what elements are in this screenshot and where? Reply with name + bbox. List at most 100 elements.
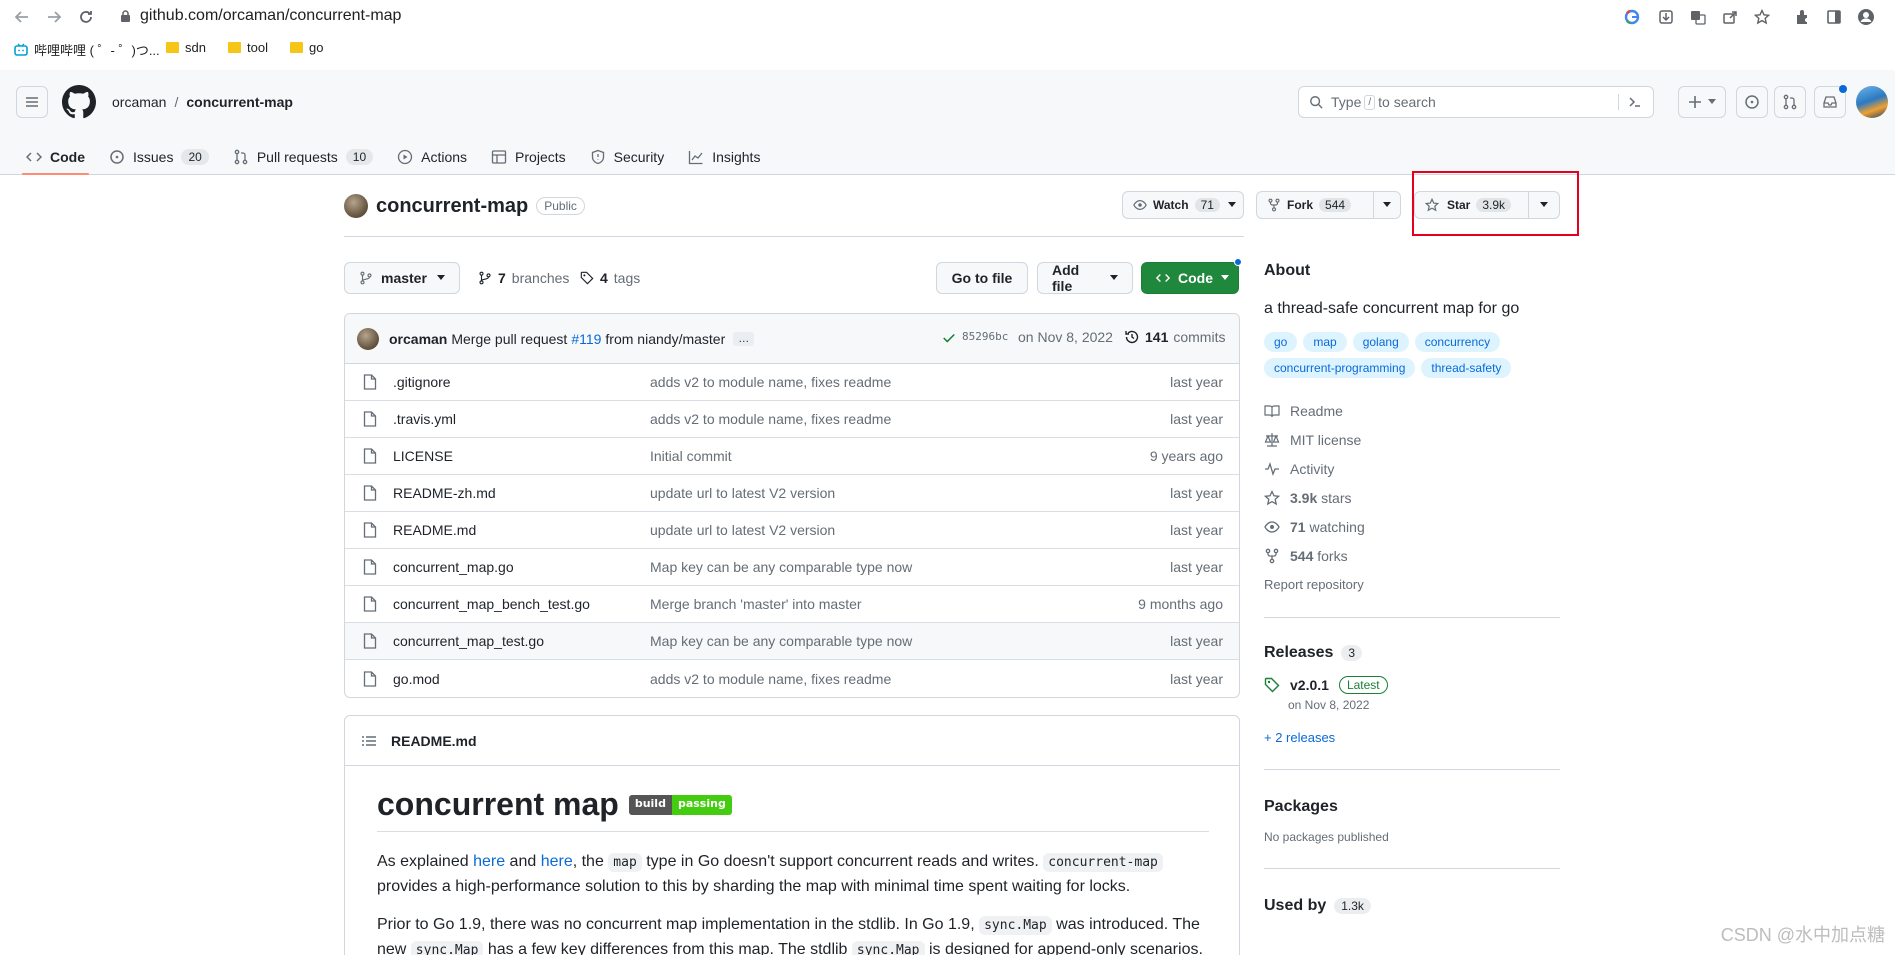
tab-projects[interactable]: Projects [479,138,578,175]
extensions-icon[interactable] [1792,7,1812,27]
tab-insights[interactable]: Insights [676,138,772,175]
fork-button[interactable]: Fork 544 [1256,191,1401,219]
branch-select-button[interactable]: master [344,262,460,294]
file-commit-message[interactable]: Merge branch 'master' into master [650,596,862,612]
topic-tag[interactable]: go [1264,332,1298,352]
bookmark-item[interactable]: 哔哩哔哩 ( ゜- ゜)つ... [14,40,160,59]
branches-link[interactable]: 7 branches [478,270,569,286]
add-file-button[interactable]: Add file [1037,262,1133,294]
table-row[interactable]: .gitignore adds v2 to module name, fixes… [345,364,1239,401]
command-palette-icon[interactable] [1618,94,1643,110]
back-icon[interactable] [11,6,33,28]
file-name-link[interactable]: concurrent_map_bench_test.go [393,596,590,612]
file-commit-message[interactable]: Map key can be any comparable type now [650,633,912,649]
owner-avatar[interactable] [344,194,368,218]
file-commit-message[interactable]: Map key can be any comparable type now [650,559,912,575]
google-icon[interactable] [1622,7,1642,27]
file-name-link[interactable]: README-zh.md [393,485,496,501]
table-row[interactable]: LICENSE Initial commit 9 years ago [345,438,1239,475]
topic-tag[interactable]: thread-safety [1421,358,1512,378]
code-button[interactable]: Code [1141,262,1239,294]
more-releases-link[interactable]: + 2 releases [1264,730,1560,745]
table-row[interactable]: README.md update url to latest V2 versio… [345,512,1239,549]
translate-icon[interactable] [1688,7,1708,27]
chevron-down-icon[interactable] [1383,202,1391,208]
table-row[interactable]: .travis.yml adds v2 to module name, fixe… [345,401,1239,438]
file-name-link[interactable]: concurrent_map_test.go [393,633,544,649]
table-row[interactable]: concurrent_map_test.go Map key can be an… [345,623,1239,660]
profile-icon[interactable] [1856,7,1876,27]
table-row[interactable]: go.mod adds v2 to module name, fixes rea… [345,660,1239,697]
readme-link[interactable]: here [473,853,505,870]
install-app-icon[interactable] [1656,7,1676,27]
file-name-link[interactable]: README.md [393,522,476,538]
file-name-link[interactable]: .gitignore [393,374,451,390]
file-commit-message[interactable]: update url to latest V2 version [650,485,835,501]
table-row[interactable]: README-zh.md update url to latest V2 ver… [345,475,1239,512]
table-row[interactable]: concurrent_map.go Map key can be any com… [345,549,1239,586]
expand-commit-button[interactable]: … [733,331,755,346]
tab-code[interactable]: Code [14,138,97,175]
tab-actions[interactable]: Actions [385,138,479,175]
pr-link[interactable]: #119 [571,331,601,347]
github-logo-icon[interactable] [62,85,96,119]
address-bar[interactable]: github.com/orcaman/concurrent-map [140,7,401,25]
share-icon[interactable] [1720,7,1740,27]
bookmark-item[interactable]: sdn [166,40,206,55]
topic-tag[interactable]: concurrency [1414,332,1501,352]
side-panel-icon[interactable] [1824,7,1844,27]
bookmark-item[interactable]: go [290,40,323,55]
table-row[interactable]: concurrent_map_bench_test.go Merge branc… [345,586,1239,623]
owner-link[interactable]: orcaman [112,94,166,110]
forks-link[interactable]: 544 forks [1264,541,1560,570]
topic-tag[interactable]: concurrent-programming [1264,358,1416,378]
latest-release[interactable]: v2.0.1 Latest [1264,676,1560,694]
file-name-link[interactable]: LICENSE [393,448,453,464]
forward-icon[interactable] [43,6,65,28]
file-name-link[interactable]: go.mod [393,671,440,687]
readme-file-link[interactable]: README.md [391,733,477,749]
build-status-badge[interactable]: build passing [628,794,732,815]
releases-heading[interactable]: Releases 3 [1264,644,1560,662]
lock-icon[interactable] [120,10,131,23]
search-input[interactable]: Type / to search [1298,86,1654,118]
avatar[interactable] [357,327,379,350]
tags-link[interactable]: 4 tags [580,270,640,286]
watching-link[interactable]: 71 watching [1264,512,1560,541]
license-link[interactable]: MIT license [1264,425,1560,454]
create-new-button[interactable] [1678,86,1726,118]
pull-requests-button[interactable] [1774,86,1806,118]
file-commit-message[interactable]: adds v2 to module name, fixes readme [650,671,891,687]
file-commit-message[interactable]: update url to latest V2 version [650,522,835,538]
activity-link[interactable]: Activity [1264,454,1560,483]
tab-security[interactable]: Security [578,138,677,175]
repo-name[interactable]: concurrent-map [376,195,528,218]
list-unordered-icon[interactable] [361,733,377,749]
commit-author[interactable]: orcaman [389,331,447,347]
bookmark-star-icon[interactable] [1752,7,1772,27]
report-repository-link[interactable]: Report repository [1264,570,1560,599]
commit-sha[interactable]: 85296bc [962,330,1008,343]
file-name-link[interactable]: concurrent_map.go [393,559,514,575]
file-commit-message[interactable]: Initial commit [650,448,732,464]
bookmark-item[interactable]: tool [228,40,268,55]
tab-pull-requests[interactable]: Pull requests 10 [221,138,385,175]
commits-link[interactable]: 141 commits [1124,329,1225,345]
issues-button[interactable] [1736,86,1768,118]
menu-button[interactable] [16,86,48,118]
commit-message-prefix[interactable]: Merge pull request [451,331,567,347]
avatar[interactable] [1856,86,1888,118]
file-name-link[interactable]: .travis.yml [393,411,456,427]
file-commit-message[interactable]: adds v2 to module name, fixes readme [650,374,891,390]
go-to-file-button[interactable]: Go to file [936,262,1028,294]
packages-heading[interactable]: Packages [1264,798,1560,816]
repo-link[interactable]: concurrent-map [186,94,293,110]
topic-tag[interactable]: golang [1352,332,1409,352]
tab-issues[interactable]: Issues 20 [97,138,221,175]
reload-icon[interactable] [75,6,97,28]
stars-link[interactable]: 3.9k stars [1264,483,1560,512]
topic-tag[interactable]: map [1303,332,1347,352]
check-icon[interactable] [942,331,956,345]
watch-button[interactable]: Watch 71 [1122,191,1244,219]
commit-message-suffix[interactable]: from niandy/master [605,331,725,347]
